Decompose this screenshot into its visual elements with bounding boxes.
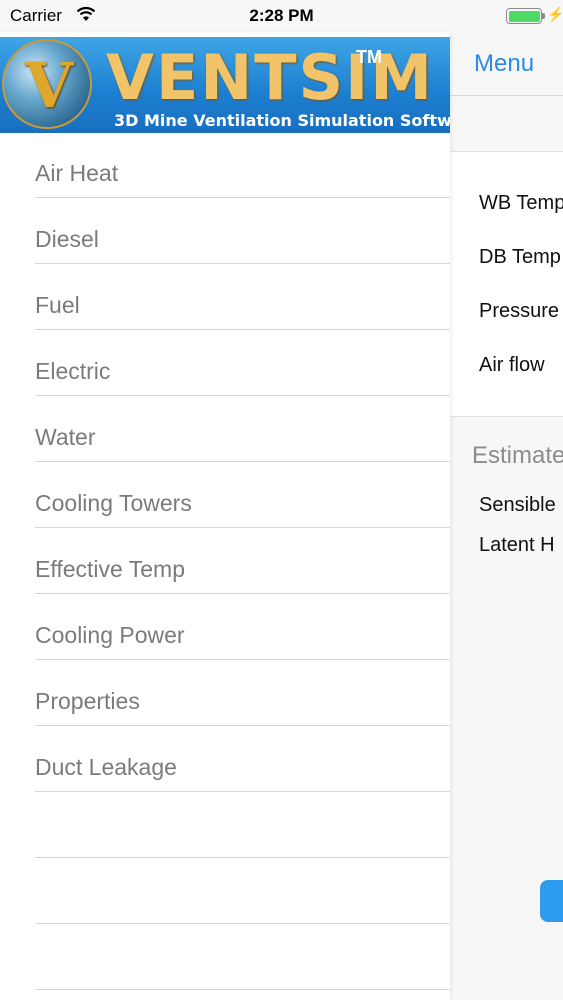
tagline: 3D Mine Ventilation Simulation Software [114,111,450,130]
latent-heat-label: Latent H [479,534,555,556]
sensible-heat-label: Sensible [479,494,556,516]
menu-item[interactable]: Effective Temp [0,528,450,594]
detail-panel: Menu WB Temp DB Temp Pressure Air flow E… [450,32,563,1000]
battery-icon [506,8,542,24]
logo-letter: V [24,49,74,122]
battery-nub [542,13,545,19]
menu-item[interactable]: Diesel [0,198,450,264]
ventsim-banner: V VENTSIM TM 3D Mine Ventilation Simulat… [0,37,450,133]
menu-list: Air Heat Diesel Fuel Electric Water Cooling T… [0,132,450,990]
menu-item[interactable]: Cooling Towers [0,462,450,528]
brand-name: VENTSIM [106,41,434,114]
menu-item-label: Air Heat [35,160,119,186]
menu-item[interactable]: Electric [0,330,450,396]
menu-item-label: Duct Leakage [35,754,177,780]
menu-item[interactable]: Cooling Power [0,594,450,660]
status-bar: Carrier 2:28 PM ⚡ [0,0,563,32]
menu-item [0,792,450,858]
menu-item-label: Properties [35,688,140,714]
menu-item[interactable]: Duct Leakage [0,726,450,792]
db-temp-label: DB Temp [479,246,561,268]
wb-temp-label: WB Temp [479,192,563,214]
detail-nav-bar: Menu [450,32,563,96]
menu-item [0,858,450,924]
menu-item-label: Electric [35,358,111,384]
menu-item[interactable]: Water [0,396,450,462]
input-group: WB Temp DB Temp Pressure Air flow [450,151,563,417]
menu-item-label: Diesel [35,226,99,252]
menu-item[interactable]: Air Heat [0,132,450,198]
menu-button[interactable]: Menu [474,50,534,78]
status-time: 2:28 PM [249,6,314,25]
master-panel: V VENTSIM TM 3D Mine Ventilation Simulat… [0,32,450,1000]
menu-item[interactable]: Fuel [0,264,450,330]
menu-item-label: Fuel [35,292,80,318]
trademark: TM [356,47,382,67]
air-flow-label: Air flow [479,354,545,376]
list-separator [35,989,450,990]
menu-item-label: Effective Temp [35,556,186,582]
estimate-section-header: Estimate [472,442,563,469]
menu-item-label: Cooling Towers [35,490,192,516]
battery-level [508,10,540,22]
menu-item-label: Cooling Power [35,622,185,648]
menu-item-label: Water [35,424,96,450]
pressure-label: Pressure [479,300,560,322]
menu-item[interactable]: Properties [0,660,450,726]
menu-item [0,924,450,990]
calculate-button[interactable] [540,880,563,922]
charging-bolt-icon: ⚡ [547,6,563,22]
globe-logo-icon: V [2,39,92,129]
